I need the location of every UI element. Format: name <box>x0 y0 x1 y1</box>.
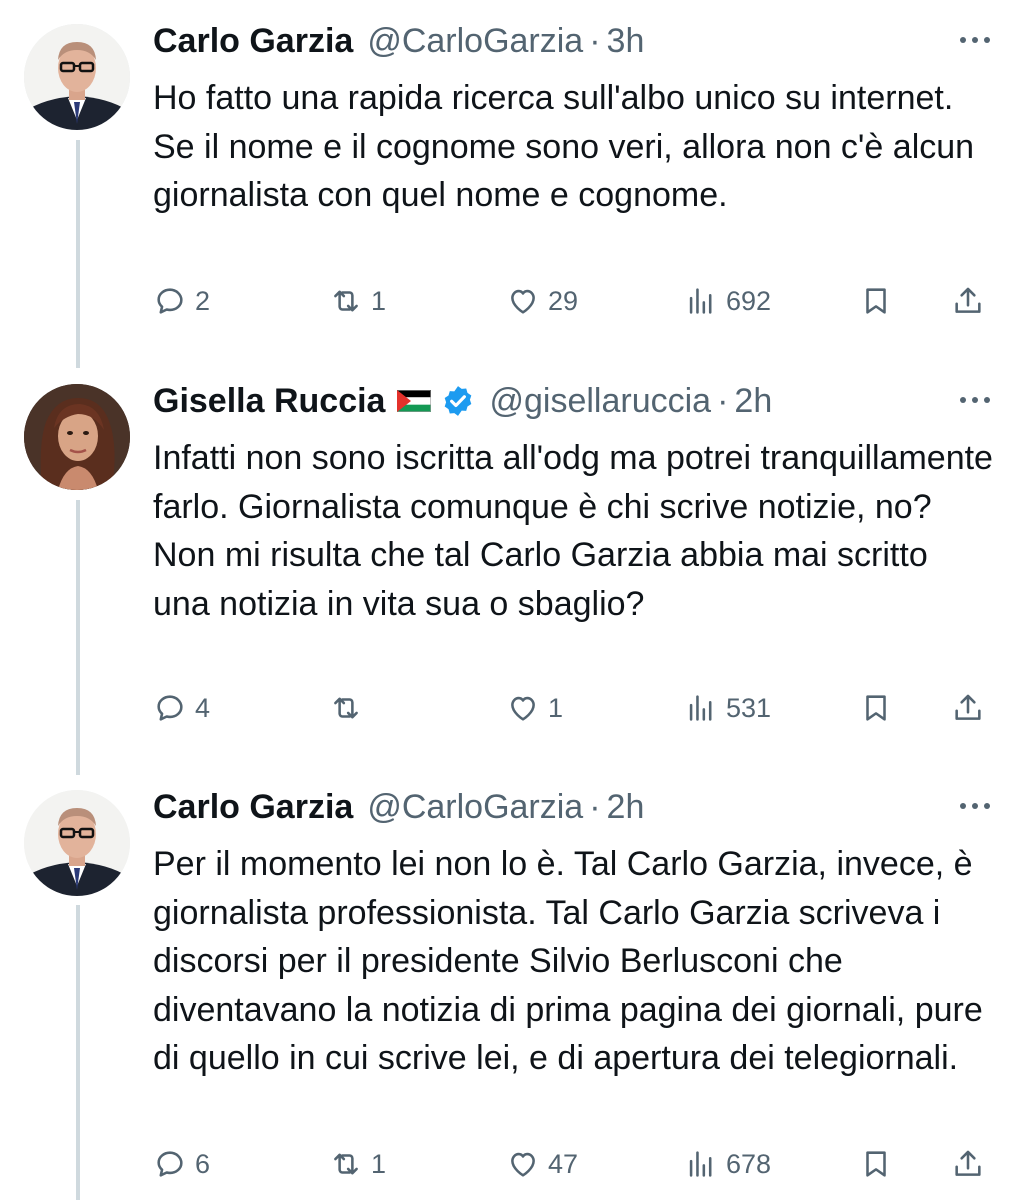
views-button[interactable]: 692 <box>684 279 771 323</box>
tweet[interactable]: Gisella Ruccia @gisellaruccia · 2h Infat… <box>0 360 1017 766</box>
tweet-header: Carlo Garzia @CarloGarzia · 2h <box>153 782 644 832</box>
like-icon <box>511 289 535 314</box>
repost-count: 1 <box>371 1148 387 1179</box>
reply-count: 6 <box>195 1148 211 1179</box>
avatar[interactable] <box>24 384 130 490</box>
reply-count: 4 <box>195 692 211 723</box>
repost-button[interactable] <box>329 686 371 730</box>
share-icon <box>955 694 981 720</box>
verified-badge-icon[interactable] <box>441 384 475 418</box>
more-icon[interactable] <box>957 30 993 50</box>
tweet-header: Gisella Ruccia @gisellaruccia · 2h <box>153 376 772 426</box>
repost-icon <box>334 1153 358 1175</box>
separator: · <box>589 21 601 60</box>
avatar[interactable] <box>24 24 130 130</box>
views-icon <box>689 1151 712 1177</box>
reply-count: 2 <box>195 285 211 316</box>
more-icon[interactable] <box>957 796 993 816</box>
bookmark-icon <box>866 1151 886 1177</box>
like-icon <box>511 696 535 721</box>
like-count: 29 <box>548 285 579 316</box>
like-icon <box>511 1152 535 1177</box>
tweet-text: Ho fatto una rapida ricerca sull'albo un… <box>153 79 975 214</box>
like-count: 47 <box>548 1148 579 1179</box>
tweet-text: Per il momento lei non lo è. Tal Carlo G… <box>153 845 983 1077</box>
tweet[interactable]: Carlo Garzia @CarloGarzia · 3h Ho fatto … <box>0 0 1017 360</box>
author-handle[interactable]: @CarloGarzia <box>367 22 583 61</box>
repost-button[interactable]: 1 <box>329 1142 386 1186</box>
bookmark-icon <box>866 288 886 314</box>
repost-button[interactable]: 1 <box>329 279 386 323</box>
views-count: 531 <box>726 692 772 723</box>
like-button[interactable]: 1 <box>506 686 563 730</box>
repost-icon <box>334 697 358 719</box>
reply-button[interactable]: 4 <box>153 686 210 730</box>
author-name[interactable]: Gisella Ruccia <box>153 382 385 421</box>
timestamp[interactable]: 3h <box>607 22 645 61</box>
timestamp[interactable]: 2h <box>607 788 645 827</box>
repost-icon <box>334 290 358 312</box>
reply-button[interactable]: 2 <box>153 279 210 323</box>
share-button[interactable] <box>951 1142 985 1186</box>
author-name[interactable]: Carlo Garzia <box>153 22 353 61</box>
like-button[interactable]: 29 <box>506 279 578 323</box>
views-button[interactable]: 531 <box>684 686 771 730</box>
like-button[interactable]: 47 <box>506 1142 578 1186</box>
action-bar: 6 1 47 678 <box>153 1142 1003 1186</box>
separator: · <box>589 787 601 826</box>
tweet-header: Carlo Garzia @CarloGarzia · 3h <box>153 16 644 66</box>
bookmark-button[interactable] <box>859 686 893 730</box>
views-count: 678 <box>726 1148 772 1179</box>
tweet-text: Infatti non sono iscritta all'odg ma pot… <box>153 439 993 623</box>
reply-icon <box>157 288 183 314</box>
tweet[interactable]: Carlo Garzia @CarloGarzia · 2h Per il mo… <box>0 766 1017 1200</box>
author-name[interactable]: Carlo Garzia <box>153 788 353 827</box>
views-button[interactable]: 678 <box>684 1142 771 1186</box>
share-icon <box>955 1150 981 1176</box>
views-icon <box>689 695 712 721</box>
timestamp[interactable]: 2h <box>734 382 772 421</box>
palestine-flag-icon <box>397 390 432 412</box>
bookmark-icon <box>866 695 886 721</box>
reply-button[interactable]: 6 <box>153 1142 210 1186</box>
reply-icon <box>157 1151 183 1177</box>
action-bar: 2 1 29 692 <box>153 279 1003 323</box>
author-handle[interactable]: @CarloGarzia <box>367 788 583 827</box>
avatar[interactable] <box>24 790 130 896</box>
author-handle[interactable]: @gisellaruccia <box>489 382 711 421</box>
action-bar: 4 1 531 <box>153 686 1003 730</box>
more-icon[interactable] <box>957 390 993 410</box>
views-icon <box>689 288 712 314</box>
like-count: 1 <box>548 692 564 723</box>
share-icon <box>955 287 981 313</box>
repost-count: 1 <box>371 285 387 316</box>
views-count: 692 <box>726 285 772 316</box>
separator: · <box>717 381 729 420</box>
bookmark-button[interactable] <box>859 279 893 323</box>
share-button[interactable] <box>951 279 985 323</box>
bookmark-button[interactable] <box>859 1142 893 1186</box>
reply-icon <box>157 695 183 721</box>
share-button[interactable] <box>951 686 985 730</box>
